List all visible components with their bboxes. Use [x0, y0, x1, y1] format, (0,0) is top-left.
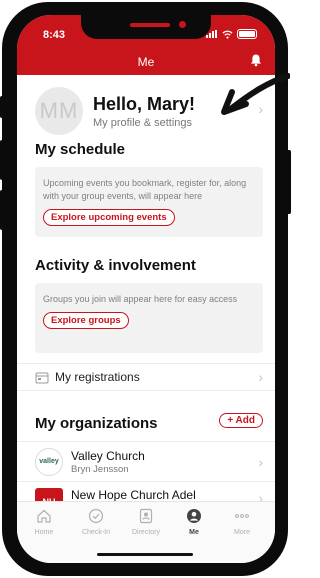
notch-speaker [130, 23, 170, 27]
calendar-icon [35, 372, 49, 383]
profile-settings-label: My profile & settings [93, 116, 193, 129]
org-chevron-icon: › [258, 453, 263, 470]
tab-more[interactable]: More [219, 508, 265, 536]
activity-title: Activity & involvement [35, 257, 196, 274]
status-icons [206, 29, 257, 39]
tab-bar: Home Check-In Directory Me More [17, 501, 275, 563]
battery-icon [237, 29, 257, 39]
phone-power-button [286, 150, 291, 214]
status-time: 8:43 [43, 29, 66, 41]
org-name: Valley Church [71, 448, 145, 463]
person-icon [187, 509, 201, 523]
avatar: MM [35, 87, 83, 135]
tab-label: Check-In [81, 529, 110, 536]
explore-events-button[interactable]: Explore upcoming events [43, 209, 175, 226]
org-row-valley-church[interactable]: valley Valley Church Bryn Jensson › [17, 441, 275, 481]
tab-directory[interactable]: Directory [123, 508, 169, 536]
more-dots-icon [235, 514, 249, 518]
tab-check-in[interactable]: Check-In [73, 508, 119, 536]
app-header: 8:43 Me [17, 15, 275, 75]
my-registrations-row[interactable]: My registrations › [17, 363, 275, 391]
greeting: Hello, Mary! [93, 93, 196, 114]
phone-volume-up [0, 140, 5, 180]
phone-notch [81, 15, 211, 39]
org-name: New Hope Church Adel [71, 488, 196, 502]
organizations-title: My organizations [35, 415, 158, 432]
profile-link[interactable]: MM Hello, Mary! My profile & settings [35, 87, 195, 135]
add-organization-button[interactable]: + Add [219, 413, 263, 428]
wifi-icon [222, 30, 233, 39]
schedule-empty-text: Upcoming events you bookmark, register f… [43, 178, 247, 201]
tab-label: Home [34, 529, 54, 536]
activity-empty-text: Groups you join will appear here for eas… [43, 294, 238, 304]
valley-church-logo: valley [35, 447, 63, 476]
tab-label: Me [189, 529, 199, 536]
notch-camera [179, 21, 186, 28]
phone-volume-down [0, 190, 5, 230]
tab-me[interactable]: Me [171, 508, 217, 536]
phone-side-button [0, 96, 5, 118]
tab-label: Directory [131, 529, 160, 536]
activity-card: Groups you join will appear here for eas… [35, 283, 263, 353]
bell-icon[interactable] [249, 53, 263, 67]
tab-label: More [234, 529, 250, 536]
home-icon [37, 509, 51, 523]
cellular-signal-icon [206, 30, 218, 38]
registrations-label: My registrations [55, 370, 140, 384]
tab-home[interactable]: Home [21, 508, 67, 536]
home-indicator [97, 553, 193, 556]
org-member-name: Bryn Jensson [71, 463, 129, 475]
schedule-title: My schedule [35, 141, 126, 158]
explore-groups-button[interactable]: Explore groups [43, 312, 129, 329]
annotation-arrow [221, 73, 290, 115]
schedule-card: Upcoming events you bookmark, register f… [35, 167, 263, 237]
registrations-chevron-icon: › [258, 369, 263, 385]
directory-icon [139, 508, 153, 524]
page-title: Me [137, 55, 155, 69]
check-circle-icon [88, 508, 104, 524]
